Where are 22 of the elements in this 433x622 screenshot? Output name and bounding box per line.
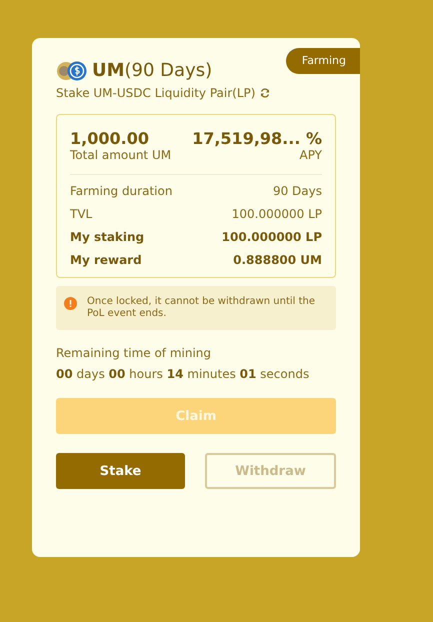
notice-text: Once locked, it cannot be withdrawn until the PoL event ends. — [87, 296, 316, 320]
total-amount: 1,000.00 — [70, 129, 149, 148]
apy-label: APY — [299, 148, 322, 162]
detail-label: My staking — [70, 230, 144, 244]
detail-value: 100.000000 LP — [232, 207, 322, 221]
stake-button[interactable]: Stake — [56, 453, 185, 489]
countdown-label: Remaining time of mining — [56, 346, 212, 360]
status-badge: Farming — [286, 48, 360, 74]
detail-label: Farming duration — [70, 184, 172, 198]
refresh-icon[interactable] — [260, 88, 270, 98]
detail-value: 100.000000 LP — [222, 230, 322, 244]
warning-icon — [64, 297, 77, 310]
card-subtitle: Stake UM-USDC Liquidity Pair(LP) — [56, 86, 256, 100]
detail-label: TVL — [70, 207, 92, 221]
detail-value: 0.888800 UM — [233, 253, 322, 267]
detail-label: My reward — [70, 253, 142, 267]
card-title: UM(90 Days) — [92, 60, 212, 81]
detail-value: 90 Days — [272, 184, 322, 198]
total-amount-label: Total amount UM — [70, 148, 172, 162]
apy-value: 17,519,98... % — [192, 129, 322, 148]
coin-pair-icon — [56, 60, 88, 80]
countdown-text: 00 days 00 hours 14 minutes 01 seconds — [56, 367, 310, 381]
